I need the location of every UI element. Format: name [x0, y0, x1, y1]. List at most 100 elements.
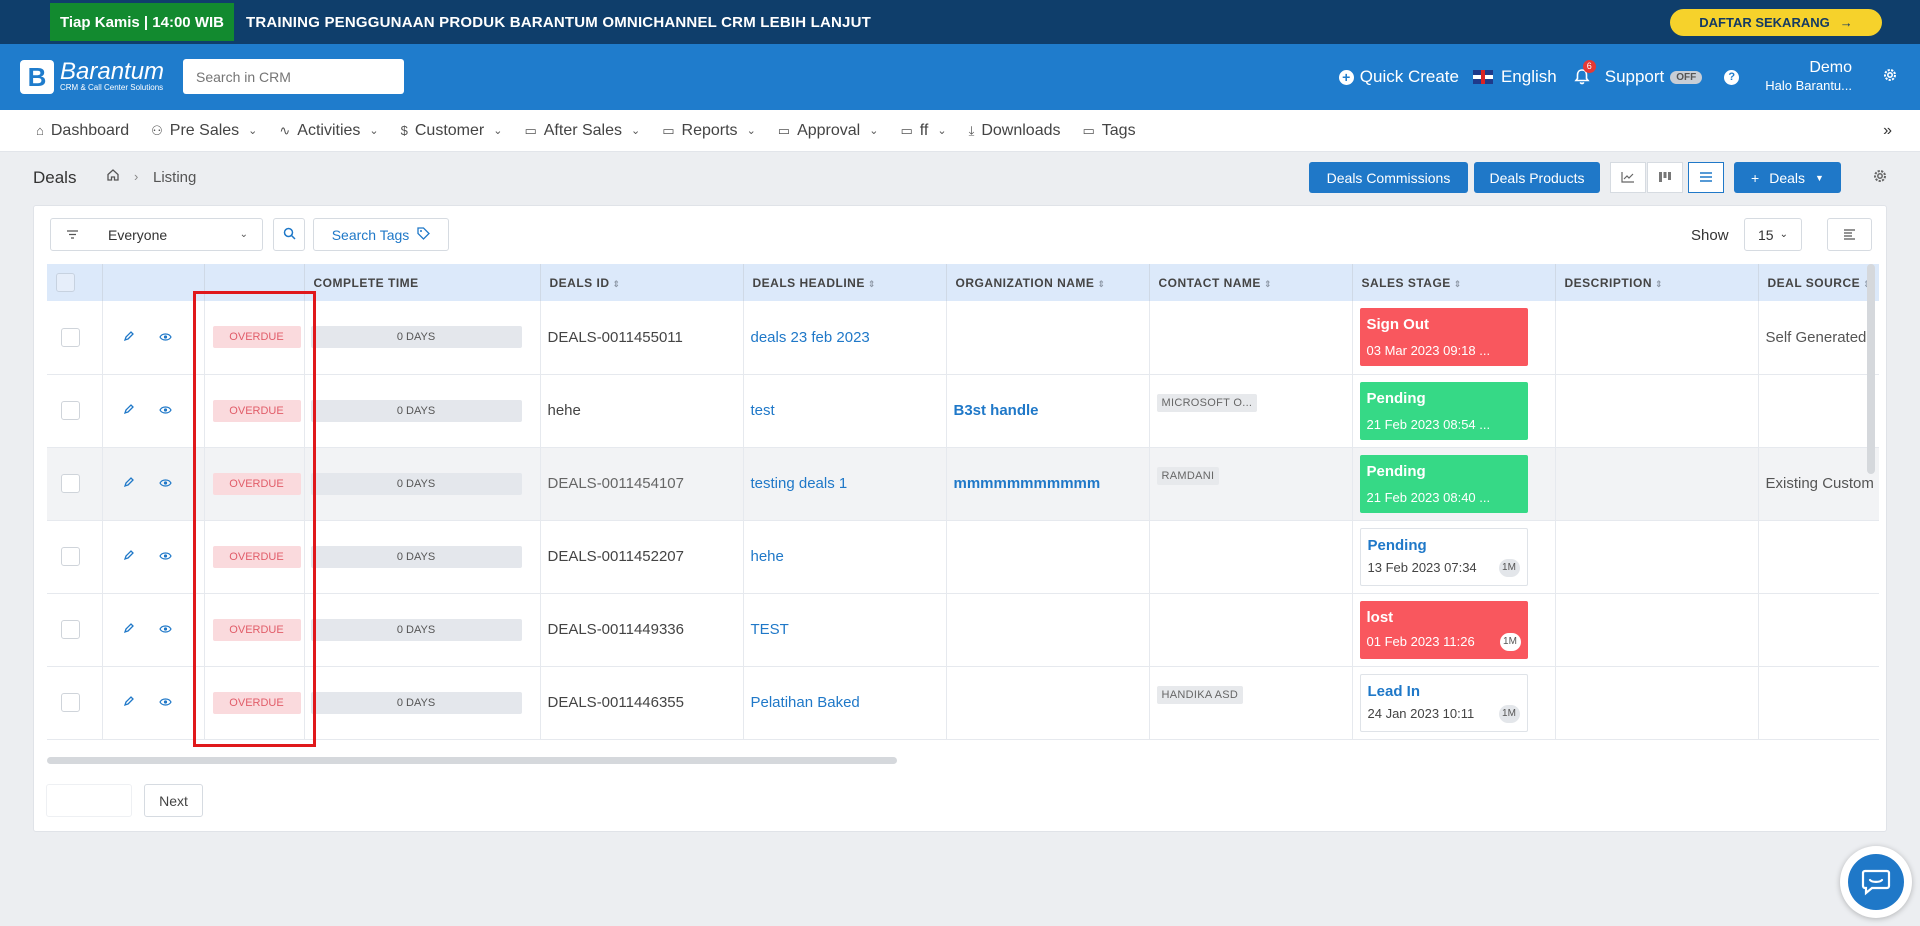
menu-item-tags[interactable]: ▭ Tags [1082, 122, 1135, 140]
barantum-logo[interactable]: B Barantum CRM & Call Center Solutions [20, 60, 164, 94]
quick-create-button[interactable]: + Quick Create [1338, 67, 1459, 87]
sales-stage-card[interactable]: Sign Out 03 Mar 2023 09:18 ... [1359, 308, 1528, 367]
row-checkbox[interactable] [61, 693, 80, 712]
organization-link[interactable]: mmmmmmmmmmm [954, 475, 1101, 492]
breadcrumb-home-icon[interactable] [106, 168, 120, 186]
notifications-button[interactable]: 6 [1573, 60, 1596, 86]
sales-stage-name: lost [1366, 608, 1394, 626]
menu-item-approval[interactable]: ▭ Approval ⌄ [778, 122, 879, 140]
horizontal-scrollbar[interactable] [47, 757, 897, 764]
list-view-button[interactable] [1688, 162, 1724, 193]
user-menu[interactable]: Demo Halo Barantu... [1765, 59, 1852, 95]
view-eye-icon[interactable] [158, 622, 172, 637]
deals-commissions-button[interactable]: Deals Commissions [1309, 162, 1468, 193]
deals-headline-link[interactable]: testing deals 1 [751, 475, 848, 492]
menu-item-customer[interactable]: $ Customer ⌄ [401, 122, 503, 140]
sort-icon[interactable]: ⇕ [1264, 279, 1272, 289]
edit-pencil-icon[interactable] [123, 549, 135, 564]
edit-pencil-icon[interactable] [123, 330, 135, 345]
sort-icon[interactable]: ⇕ [613, 279, 621, 289]
deals-headline-link[interactable]: Pelatihan Baked [751, 694, 860, 711]
deals-headline-link[interactable]: TEST [751, 621, 789, 638]
page-size-select[interactable]: 15 ⌄ [1744, 218, 1802, 251]
edit-pencil-icon[interactable] [123, 403, 135, 418]
select-all-checkbox[interactable] [56, 273, 75, 292]
sales-stage-card[interactable]: lost 01 Feb 2023 11:26 1M [1359, 600, 1528, 659]
row-checkbox[interactable] [61, 327, 80, 347]
add-deals-button[interactable]: + Deals ▼ [1734, 162, 1841, 193]
view-eye-icon[interactable] [158, 330, 172, 345]
column-header-deal-source[interactable]: DEAL SOURCE⇕ [1758, 264, 1879, 301]
view-eye-icon[interactable] [158, 549, 172, 564]
view-eye-icon[interactable] [158, 476, 172, 491]
sales-stage-card[interactable]: Pending 13 Feb 2023 07:34 1M [1359, 527, 1528, 586]
menu-item-ff[interactable]: ▭ ff ⌄ [900, 122, 946, 140]
select-all-header [47, 264, 103, 301]
column-header-deals-id[interactable]: DEALS ID ⇕ [540, 264, 744, 301]
row-checkbox[interactable] [61, 547, 80, 566]
edit-pencil-icon[interactable] [123, 622, 135, 637]
chart-view-button[interactable] [1610, 162, 1646, 193]
table-row[interactable]: OVERDUE 0 DAYS hehe test B3st handle MICROSOF… [47, 374, 1879, 448]
support-off-toggle[interactable]: OFF [1670, 70, 1703, 84]
column-header-deals-headline[interactable]: DEALS HEADLINE ⇕ [743, 264, 947, 301]
deals-headline-link[interactable]: deals 23 feb 2023 [751, 329, 870, 346]
contact-chip[interactable]: HANDIKA ASD [1156, 686, 1244, 704]
menu-item-activities[interactable]: ∿ Activities ⌄ [279, 122, 378, 140]
search-tags-button[interactable]: Search Tags [313, 218, 449, 251]
table-row[interactable]: OVERDUE 0 DAYS DEALS-0011449336 TEST lost 01 … [47, 593, 1879, 667]
edit-pencil-icon[interactable] [123, 695, 135, 710]
sort-icon[interactable]: ⇕ [868, 279, 876, 289]
table-row[interactable]: OVERDUE 0 DAYS DEALS-0011446355 Pelatihan B… [47, 666, 1879, 740]
sales-stage-time-row: 24 Jan 2023 10:11 1M [1368, 704, 1520, 723]
view-eye-icon[interactable] [158, 695, 172, 710]
column-header-organization-name[interactable]: ORGANIZATION NAME ⇕ [946, 264, 1150, 301]
sales-stage-card[interactable]: Lead In 24 Jan 2023 10:11 1M [1359, 673, 1528, 732]
menu-item-pre-sales[interactable]: ⚇ Pre Sales ⌄ [151, 122, 257, 140]
deals-products-button[interactable]: Deals Products [1474, 162, 1600, 193]
table-row[interactable]: OVERDUE 0 DAYS DEALS-0011452207 hehe Pending… [47, 520, 1879, 594]
vertical-scrollbar[interactable] [1867, 264, 1875, 474]
help-button[interactable]: ? [1724, 69, 1740, 85]
deals-headline-link[interactable]: test [751, 402, 775, 419]
sort-icon[interactable]: ⇕ [1655, 279, 1663, 289]
row-checkbox[interactable] [61, 401, 80, 420]
column-header-contact-name[interactable]: CONTACT NAME ⇕ [1149, 264, 1353, 301]
crm-search-input[interactable] [183, 59, 404, 94]
menu-item-dashboard[interactable]: ⌂ Dashboard [36, 122, 129, 140]
menu-item-reports[interactable]: ▭ Reports ⌄ [662, 122, 756, 140]
sales-stage-card[interactable]: Pending 21 Feb 2023 08:40 ... [1359, 454, 1528, 513]
column-header-sales-stage[interactable]: SALES STAGE ⇕ [1352, 264, 1556, 301]
language-selector[interactable]: English [1472, 67, 1557, 87]
sales-stage-card[interactable]: Pending 21 Feb 2023 08:54 ... [1359, 381, 1528, 440]
row-checkbox[interactable] [61, 620, 80, 639]
view-eye-icon[interactable] [158, 403, 172, 418]
page-settings-gear-icon[interactable] [1872, 168, 1888, 189]
menu-item-after-sales[interactable]: ▭ After Sales ⌄ [524, 122, 640, 140]
sort-icon[interactable]: ⇕ [1454, 279, 1462, 289]
deals-id-cell: DEALS-0011455011 [540, 301, 744, 375]
menu-item-downloads[interactable]: ⤓ Downloads [969, 122, 1061, 140]
search-button[interactable] [273, 218, 305, 251]
table-row[interactable]: OVERDUE 0 DAYS DEALS-0011455011 deals 23 fe… [47, 301, 1879, 375]
next-page-button[interactable]: Next [144, 784, 203, 817]
organization-link[interactable]: B3st handle [954, 402, 1039, 419]
support-toggle[interactable]: Support OFF [1605, 67, 1703, 87]
contact-chip[interactable]: MICROSOFT O... [1156, 394, 1258, 412]
column-header-description[interactable]: DESCRIPTION ⇕ [1555, 264, 1759, 301]
sort-icon[interactable]: ⇕ [1097, 279, 1105, 289]
contact-chip[interactable]: RAMDANI [1156, 467, 1220, 485]
chat-widget-button[interactable] [1840, 846, 1912, 918]
settings-gear-icon[interactable] [1882, 67, 1898, 88]
menu-expand-icon[interactable]: » [1883, 122, 1892, 140]
previous-page-button[interactable] [46, 784, 132, 817]
row-checkbox[interactable] [61, 474, 80, 493]
register-now-button[interactable]: DAFTAR SEKARANG → [1670, 9, 1882, 36]
edit-pencil-icon[interactable] [123, 476, 135, 491]
deals-table-container[interactable]: COMPLETE TIME DEALS ID ⇕ DEALS HEADLINE ⇕ ORG… [47, 264, 1879, 748]
column-settings-button[interactable] [1827, 218, 1872, 251]
table-row[interactable]: OVERDUE 0 DAYS DEALS-0011454107 testing dea… [47, 447, 1879, 521]
deals-headline-link[interactable]: hehe [751, 548, 784, 565]
kanban-view-button[interactable] [1647, 162, 1683, 193]
owner-filter-select[interactable]: Everyone ⌄ [50, 218, 263, 251]
